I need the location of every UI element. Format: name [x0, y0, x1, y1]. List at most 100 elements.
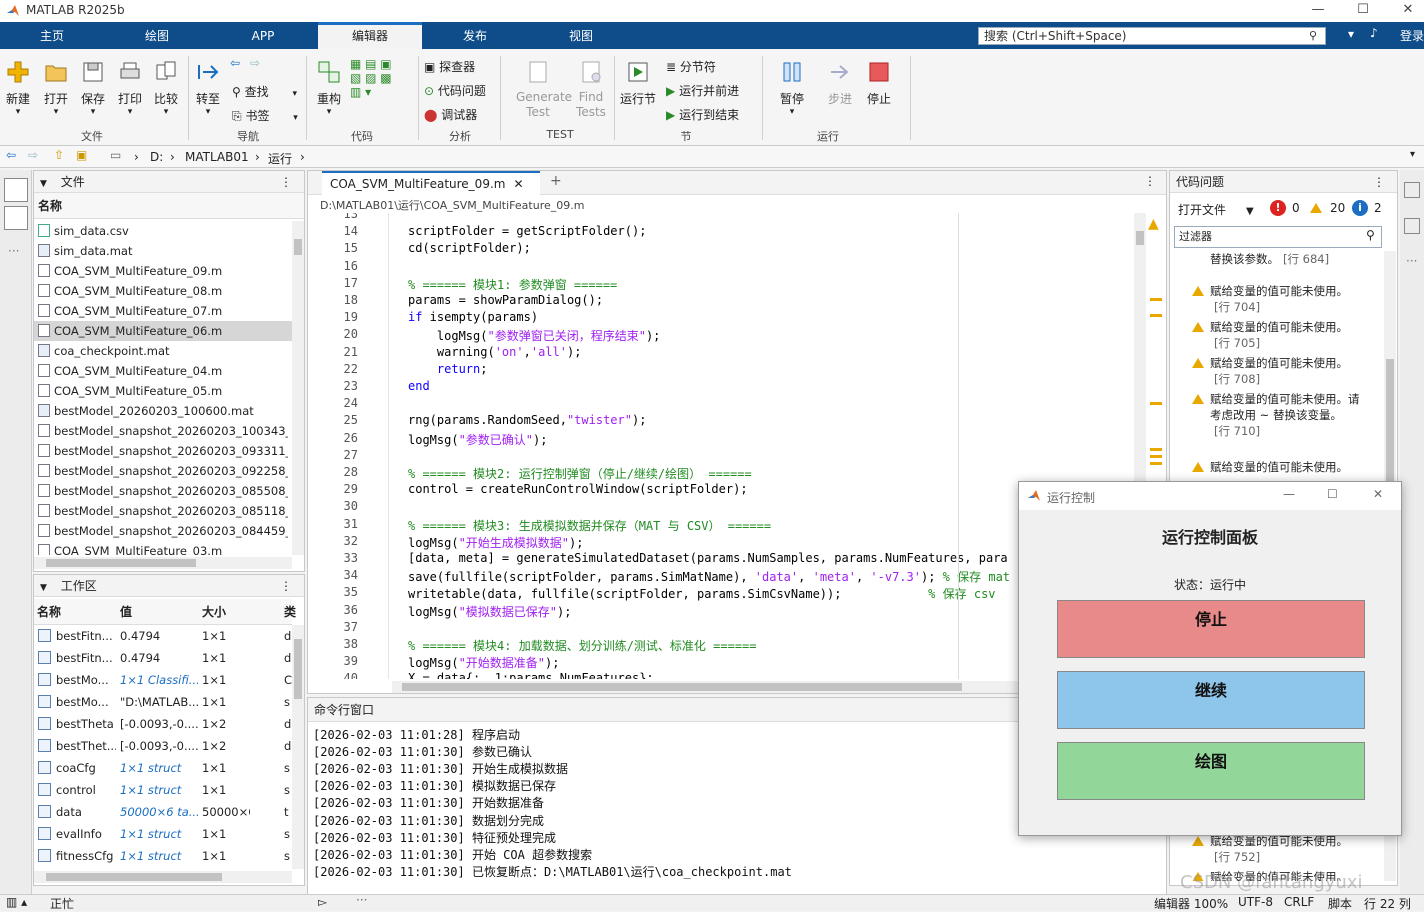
problem-item[interactable]: 赋给变量的值可能未使用。 [行 752]	[1192, 833, 1360, 865]
col-class[interactable]: 类	[284, 599, 296, 625]
code-area[interactable]: 13 14 scriptFolder = getScriptFolder(); 15 c…	[308, 213, 1134, 679]
status-more-icon[interactable]: ···	[356, 893, 367, 907]
list-item[interactable]: coa_checkpoint.mat	[38, 341, 288, 361]
goto-button[interactable]: 转至 ▾	[192, 60, 224, 117]
table-row[interactable]: bestFitn... 0.4794 1×1 d	[34, 647, 292, 669]
tab-home[interactable]: 主页	[0, 22, 104, 49]
code-line[interactable]: control = createRunControlWindow(scriptF…	[408, 482, 748, 496]
code-line[interactable]: % ====== 模块3: 生成模拟数据并保存（MAT 与 CSV） =====…	[408, 517, 771, 534]
code-issues-button[interactable]: ⊙ 代码问题	[424, 82, 486, 99]
close-tab-icon[interactable]: ✕	[513, 177, 523, 191]
maximize-icon[interactable]: ☐	[1340, 0, 1386, 22]
breadcrumb-folder[interactable]: MATLAB01	[185, 150, 249, 164]
workspace-panel-icon[interactable]	[4, 206, 28, 230]
code-line[interactable]: logMsg("参数已确认");	[408, 431, 547, 448]
close-icon[interactable]: ✕	[1385, 0, 1424, 22]
command-prompt-icon[interactable]: ▻	[318, 895, 327, 909]
code-line[interactable]: save(fullfile(scriptFolder, params.SimMa…	[408, 568, 1010, 585]
list-item[interactable]: bestModel_snapshot_20260203_100343_i	[38, 421, 288, 441]
table-row[interactable]: control 1×1 struct 1×1 s	[34, 779, 292, 801]
generate-test-button[interactable]: Generate Test	[508, 60, 572, 120]
list-item[interactable]: COA_SVM_MultiFeature_09.m	[38, 261, 288, 281]
col-name[interactable]: 名称	[37, 599, 61, 625]
editor-file-tab[interactable]: COA_SVM_MultiFeature_09.m ✕	[322, 171, 540, 196]
login-link[interactable]: 登录	[1400, 27, 1424, 44]
problem-item[interactable]: 替换该参数。 [行 684]	[1210, 251, 1360, 267]
address-dropdown-icon[interactable]: ▾	[1410, 149, 1415, 160]
explorer-button[interactable]: ▣ 探查器	[424, 58, 475, 75]
code-line[interactable]: if isempty(params)	[408, 310, 538, 324]
run-advance-button[interactable]: ▶ 运行并前进	[666, 82, 739, 99]
code-line[interactable]: [data, meta] = generateSimulatedDataset(…	[408, 551, 1008, 565]
code-line[interactable]: writetable(data, fullfile(scriptFolder, …	[408, 585, 996, 602]
table-row[interactable]: fitnessCfg 1×1 struct 1×1 s	[34, 845, 292, 867]
more-right-icon[interactable]: ···	[1406, 254, 1417, 268]
code-line[interactable]: % ====== 模块2: 运行控制弹窗（停止/继续/绘图） ======	[408, 465, 752, 482]
table-row[interactable]: coaCfg 1×1 struct 1×1 s	[34, 757, 292, 779]
status-toggle-icon[interactable]: ▥ ▴	[6, 895, 27, 909]
bell-icon[interactable]: ♪	[1370, 26, 1378, 40]
stop-button[interactable]: 停止	[861, 60, 897, 107]
open-files-dropdown[interactable]: 打开文件 ▼	[1178, 201, 1254, 218]
dialog-close-icon[interactable]: ✕	[1373, 487, 1383, 501]
browse-folder-icon[interactable]: ▣	[76, 148, 87, 162]
code-line[interactable]: % ====== 模块4: 加载数据、划分训练/测试、标准化 ======	[408, 637, 757, 654]
code-line[interactable]: % ====== 模块1: 参数弹窗 ======	[408, 276, 617, 293]
filter-search-icon[interactable]: ⚲	[1366, 228, 1375, 242]
list-item[interactable]: bestModel_snapshot_20260203_093311_i	[38, 441, 288, 461]
minimize-icon[interactable]: —	[1295, 0, 1341, 22]
back-icon[interactable]: ⇦	[6, 148, 16, 162]
pause-button[interactable]: 暂停 ▾	[774, 60, 810, 117]
list-item[interactable]: bestModel_snapshot_20260203_085118_i	[38, 501, 288, 521]
back-arrow-icon[interactable]: ⇦	[230, 56, 240, 70]
code-line[interactable]: params = showParamDialog();	[408, 293, 603, 307]
editor-menu-icon[interactable]: ⋮	[1144, 174, 1156, 188]
compare-button[interactable]: 比较 ▾	[150, 60, 182, 117]
breadcrumb-drive[interactable]: D:	[150, 150, 163, 164]
find-button[interactable]: ⚲ 查找 ▾	[232, 83, 297, 100]
up-folder-icon[interactable]: ⇧	[54, 148, 64, 162]
debugger-button[interactable]: ⬤ 调试器	[424, 106, 477, 123]
forward-icon[interactable]: ⇨	[28, 148, 38, 162]
workspace-menu-icon[interactable]: ⋮	[280, 575, 292, 597]
files-column-name[interactable]: 名称	[34, 193, 304, 219]
col-size[interactable]: 大小	[202, 599, 226, 625]
code-line[interactable]: rng(params.RandomSeed,"twister");	[408, 413, 646, 427]
run-section-button[interactable]: 运行节	[618, 60, 658, 107]
print-button[interactable]: 打印 ▾	[114, 60, 146, 117]
breadcrumb-subfolder[interactable]: 运行	[268, 150, 292, 167]
code-line[interactable]: warning('on','all');	[408, 345, 582, 359]
dialog-stop-button[interactable]: 停止	[1057, 600, 1365, 658]
dialog-continue-button[interactable]: 继续	[1057, 671, 1365, 729]
table-row[interactable]: bestThet... [-0.0093,-0.... 1×2 d	[34, 735, 292, 757]
table-row[interactable]: data 50000×6 ta... 50000×6 t	[34, 801, 292, 823]
code-line[interactable]: logMsg("开始生成模拟数据");	[408, 534, 583, 551]
code-line[interactable]: logMsg("开始数据准备");	[408, 654, 559, 671]
search-input[interactable]: 搜索 (Ctrl+Shift+Space)	[978, 27, 1326, 45]
code-line[interactable]: end	[408, 379, 430, 393]
run-to-end-button[interactable]: ▶ 运行到结束	[666, 106, 739, 123]
problem-item[interactable]: 赋给变量的值可能未使用。请考虑改用 ~ 替换该变量。 [行 710]	[1192, 391, 1360, 439]
code-tools-icons[interactable]: ▦ ▤ ▣ ▧ ▨ ▩ ▥ ▾	[350, 57, 392, 99]
files-panel-icon[interactable]	[4, 178, 28, 202]
tab-apps[interactable]: APP	[210, 22, 316, 49]
list-item[interactable]: COA_SVM_MultiFeature_05.m	[38, 381, 288, 401]
code-line[interactable]: return;	[408, 362, 488, 376]
problem-item[interactable]: 赋给变量的值可能未使用。 [行 705]	[1192, 319, 1360, 351]
refactor-button[interactable]: 重构 ▾	[313, 60, 345, 117]
files-menu-icon[interactable]: ⋮	[280, 171, 292, 193]
more-icon[interactable]: ···	[8, 244, 19, 258]
save-button[interactable]: 保存 ▾	[77, 60, 109, 117]
search-icon[interactable]: ⚲	[1309, 29, 1317, 42]
list-item[interactable]: bestModel_snapshot_20260203_084459_i	[38, 521, 288, 541]
list-item[interactable]: COA_SVM_MultiFeature_04.m	[38, 361, 288, 381]
open-button[interactable]: 打开 ▾	[40, 60, 72, 117]
tab-plots[interactable]: 绘图	[104, 22, 210, 49]
list-item[interactable]: COA_SVM_MultiFeature_08.m	[38, 281, 288, 301]
files-scrollbar[interactable]	[292, 221, 304, 555]
step-button[interactable]: 步进	[822, 60, 858, 107]
problem-item[interactable]: 赋给变量的值可能未使用。	[1192, 459, 1360, 475]
table-row[interactable]: evalInfo 1×1 struct 1×1 s	[34, 823, 292, 845]
list-item[interactable]: COA_SVM_MultiFeature_06.m	[34, 321, 292, 341]
code-line[interactable]: logMsg("参数弹窗已关闭，程序结束");	[408, 327, 661, 344]
